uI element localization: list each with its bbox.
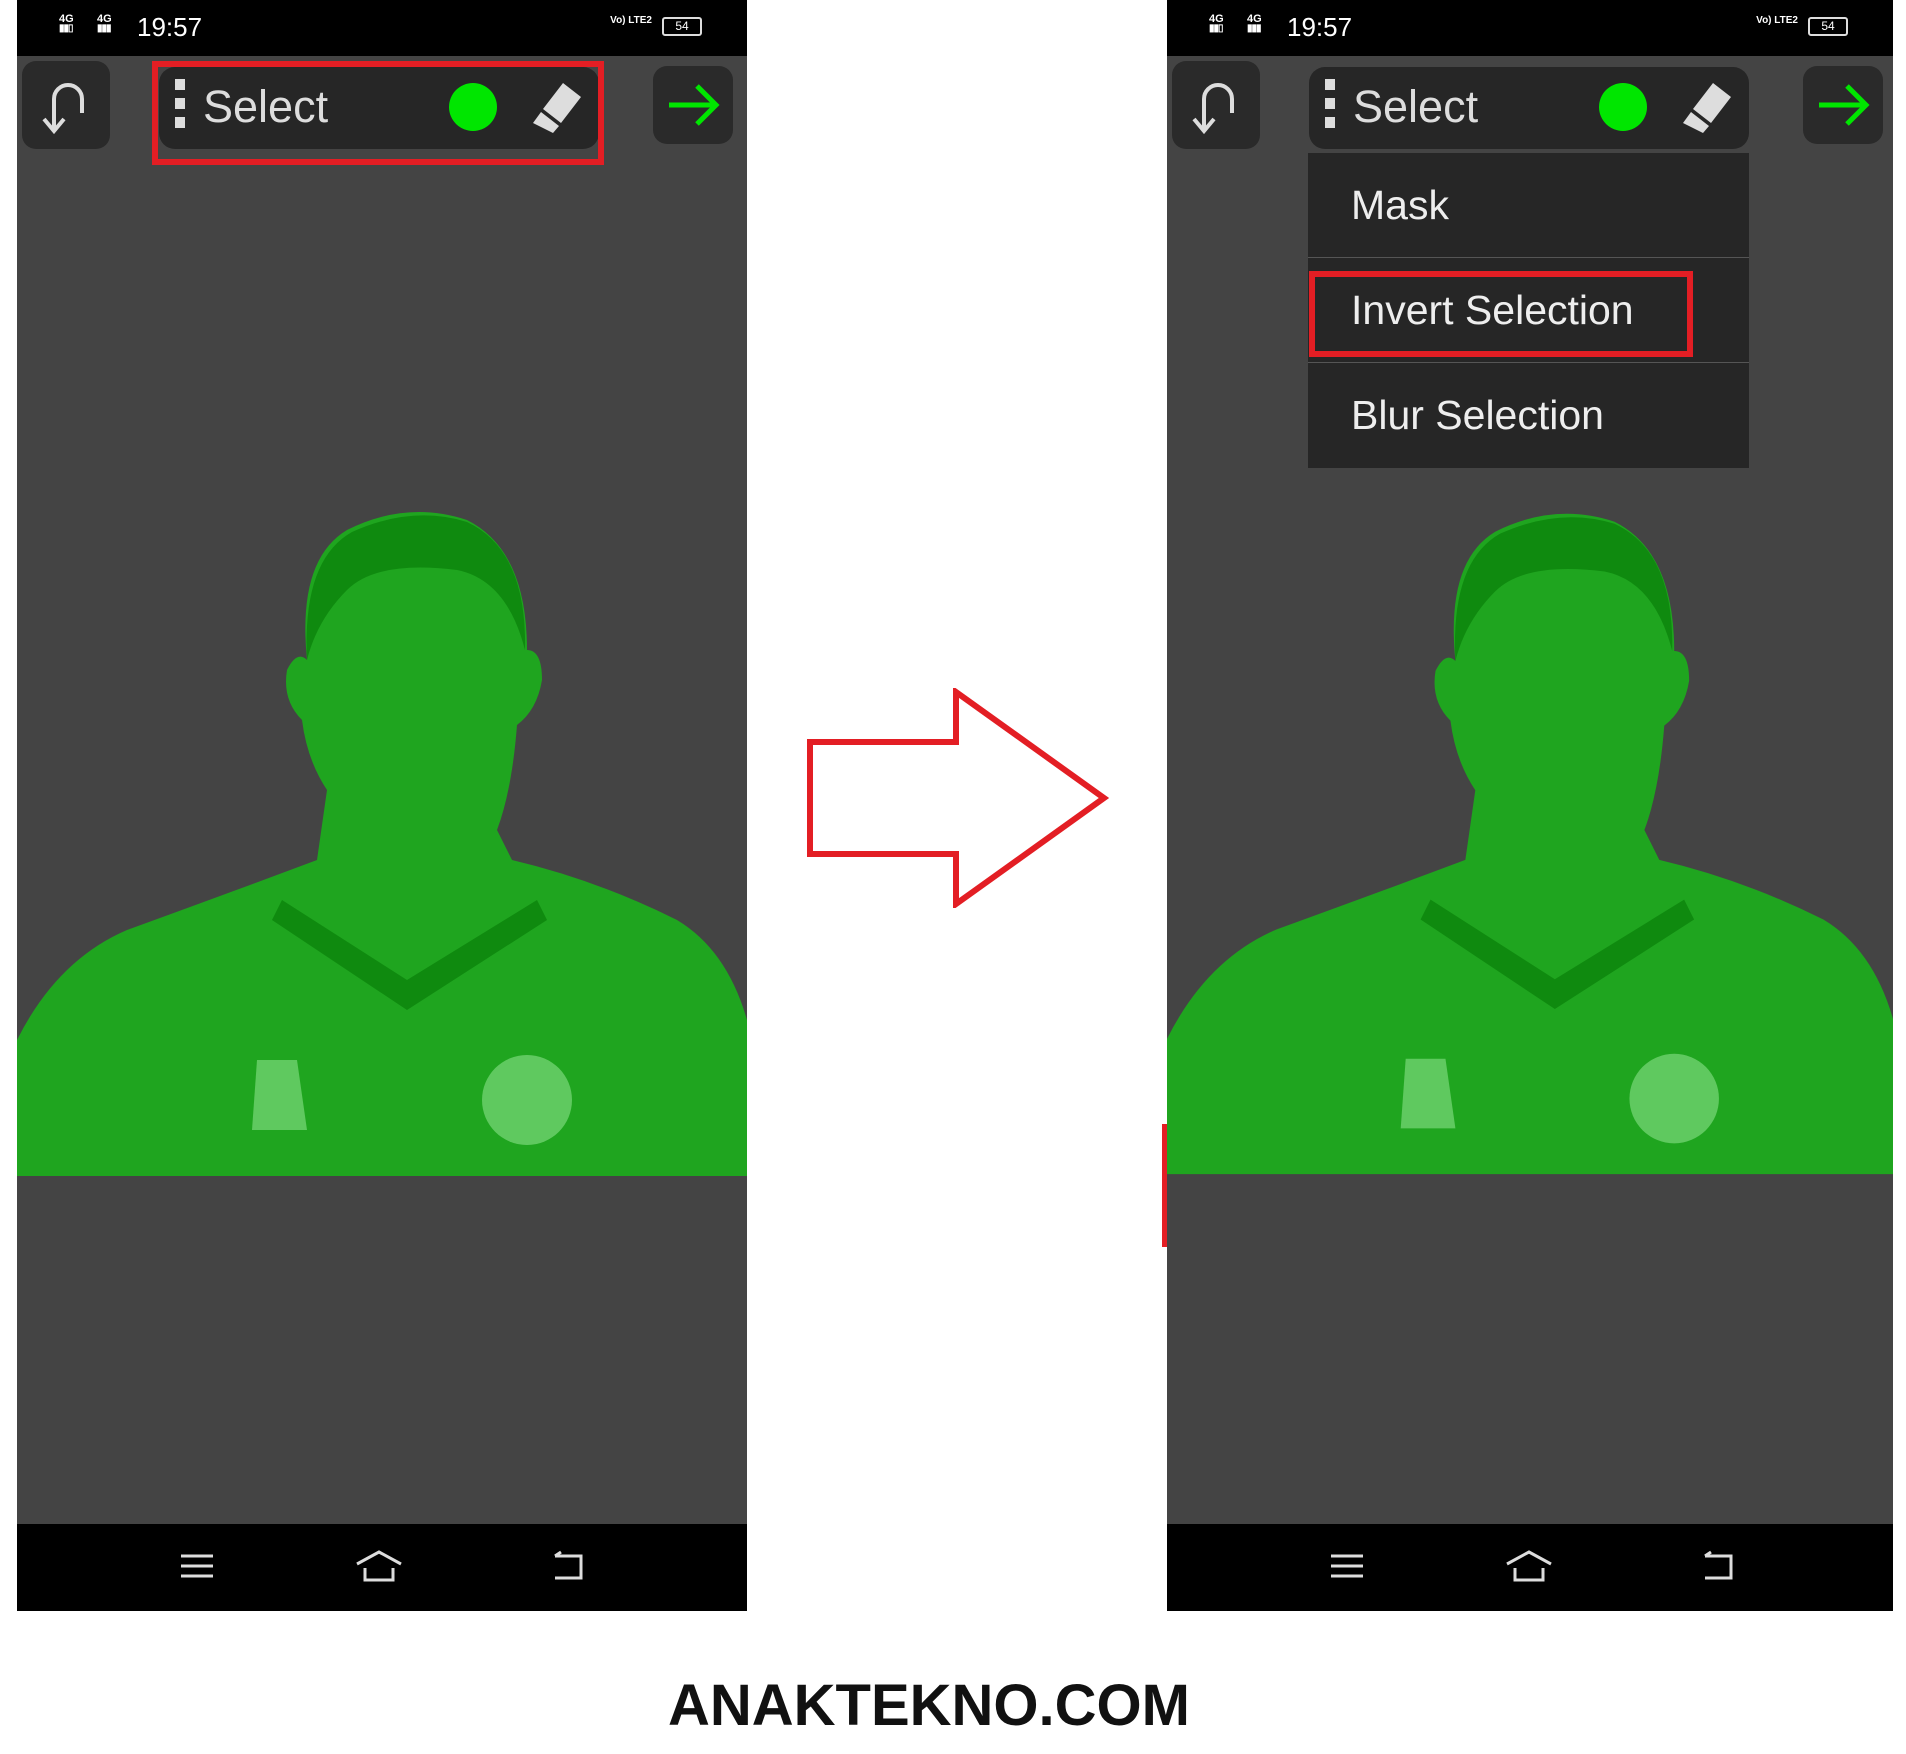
volte-indicator: Vo) LTE2 <box>610 15 652 26</box>
mode-label: Select <box>1353 81 1479 132</box>
clock: 19:57 <box>137 12 203 42</box>
volte-indicator: Vo) LTE2 <box>1756 15 1798 26</box>
signal-bars-icon: ▮▮▯ <box>59 23 73 34</box>
menu-icon[interactable] <box>179 1548 215 1584</box>
undo-icon <box>1192 83 1234 135</box>
home-icon[interactable] <box>1503 1548 1555 1584</box>
navigation-bar <box>1167 1524 1893 1611</box>
menu-item-blur-selection[interactable]: Blur Selection <box>1308 363 1749 468</box>
next-button[interactable] <box>1803 66 1883 144</box>
home-icon[interactable] <box>353 1548 405 1584</box>
battery-icon: 54 <box>1808 17 1848 36</box>
status-bar: 4G ▮▮▯ 4G ▮▮▮ 19:57 Vo) LTE2 54 <box>1167 0 1893 56</box>
undo-button[interactable] <box>22 61 110 149</box>
battery-icon: 54 <box>662 17 702 36</box>
next-button[interactable] <box>653 66 733 144</box>
signal-bars-icon: ▮▮▮ <box>1247 23 1261 34</box>
watermark: ANAKTEKNO.COM <box>668 1673 1190 1738</box>
phone-screen-after: 4G ▮▮▯ 4G ▮▮▮ 19:57 Vo) LTE2 54 Select Mas… <box>1167 0 1893 1611</box>
masked-photo[interactable] <box>17 500 747 1176</box>
clock: 19:57 <box>1287 12 1353 42</box>
back-icon[interactable] <box>1697 1548 1737 1584</box>
arrow-right-icon <box>669 84 720 126</box>
menu-item-mask[interactable]: Mask <box>1308 153 1749 258</box>
highlight-box <box>1309 271 1693 357</box>
brush-color-swatch[interactable] <box>1599 83 1647 131</box>
signal-2: 4G ▮▮▮ <box>1247 14 1262 34</box>
highlight-box <box>152 61 604 165</box>
signal-2: 4G ▮▮▮ <box>97 14 112 34</box>
signal-bars-icon: ▮▮▯ <box>1209 23 1223 34</box>
masked-photo[interactable] <box>1167 500 1893 1176</box>
navigation-bar <box>17 1524 747 1611</box>
undo-button[interactable] <box>1172 61 1260 149</box>
more-vertical-icon[interactable] <box>1325 79 1335 136</box>
status-bar: 4G ▮▮▯ 4G ▮▮▮ 19:57 Vo) LTE2 54 <box>17 0 747 56</box>
eraser-icon[interactable] <box>1679 79 1735 135</box>
menu-icon[interactable] <box>1329 1548 1365 1584</box>
signal-1: 4G ▮▮▯ <box>1209 14 1224 34</box>
signal-bars-icon: ▮▮▮ <box>97 23 111 34</box>
phone-screen-before: 4G ▮▮▯ 4G ▮▮▮ 19:57 Vo) LTE2 54 Select <box>17 0 747 1611</box>
transition-arrow-icon <box>807 688 1110 908</box>
undo-icon <box>42 83 84 135</box>
tool-selector[interactable]: Select <box>1309 67 1749 149</box>
arrow-right-icon <box>1819 84 1870 126</box>
back-icon[interactable] <box>547 1548 587 1584</box>
signal-1: 4G ▮▮▯ <box>59 14 74 34</box>
